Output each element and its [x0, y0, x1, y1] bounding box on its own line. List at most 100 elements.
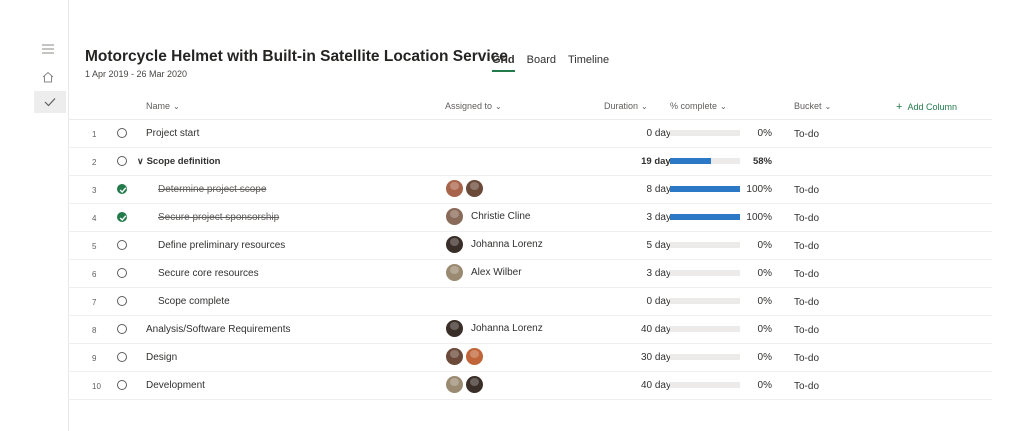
table-row[interactable]: 5 Define preliminary resources Johanna Lor…: [68, 232, 992, 260]
column-header-bucket[interactable]: Bucket ⌄: [794, 101, 831, 111]
duration-cell[interactable]: 19 days: [613, 156, 676, 167]
complete-task-circle-icon[interactable]: [117, 352, 127, 362]
percent-complete[interactable]: 0%: [744, 268, 772, 279]
bucket-cell[interactable]: To-do: [794, 269, 819, 280]
hamburger-menu-icon[interactable]: [34, 38, 62, 60]
checkmark-icon[interactable]: [34, 91, 66, 113]
assigned-to[interactable]: [445, 347, 485, 366]
avatar[interactable]: [465, 375, 484, 394]
task-name[interactable]: Design: [146, 352, 177, 363]
chevron-down-icon: ⌄: [824, 102, 832, 111]
assigned-to[interactable]: [445, 179, 485, 198]
left-rail: [0, 0, 69, 431]
duration-cell[interactable]: 5 days: [613, 240, 676, 251]
duration-cell[interactable]: 3 days: [613, 268, 676, 279]
complete-task-circle-icon[interactable]: [117, 268, 127, 278]
assigned-to[interactable]: Christie Cline: [445, 207, 530, 226]
table-row[interactable]: 3 Determine project scope 8 days 100% To-do: [68, 176, 992, 204]
task-name[interactable]: Analysis/Software Requirements: [146, 324, 291, 335]
completed-checkmark-icon[interactable]: [117, 212, 127, 222]
column-header-name[interactable]: Name ⌄: [146, 101, 180, 111]
chevron-down-icon[interactable]: ∨: [137, 156, 144, 166]
column-header-assigned[interactable]: Assigned to ⌄: [445, 101, 502, 111]
table-row[interactable]: 6 Secure core resources Alex Wilber 3 days 0…: [68, 260, 992, 288]
task-name[interactable]: Determine project scope: [158, 184, 266, 195]
task-name[interactable]: Scope complete: [158, 296, 230, 307]
table-row[interactable]: 9 Design 30 days 0% To-do: [68, 344, 992, 372]
complete-task-circle-icon[interactable]: [117, 324, 127, 334]
avatar[interactable]: [445, 207, 464, 226]
table-row[interactable]: 1 Project start 0 days 0% To-do: [68, 120, 992, 148]
percent-complete[interactable]: 58%: [744, 156, 772, 167]
avatar[interactable]: [445, 263, 464, 282]
home-icon[interactable]: [34, 66, 62, 88]
duration-cell[interactable]: 40 days: [613, 380, 676, 391]
tab-timeline[interactable]: Timeline: [568, 54, 609, 72]
avatar[interactable]: [445, 179, 464, 198]
task-name-label: Determine project scope: [158, 184, 267, 195]
task-name-label: Scope complete: [158, 296, 230, 307]
bucket-cell[interactable]: To-do: [794, 381, 819, 392]
task-rows: 1 Project start 0 days 0% To-do 2 ∨ Scope defin…: [68, 120, 992, 400]
table-row[interactable]: 8 Analysis/Software Requirements Johanna L…: [68, 316, 992, 344]
percent-complete[interactable]: 0%: [744, 296, 772, 307]
bucket-cell[interactable]: To-do: [794, 241, 819, 252]
task-name[interactable]: ∨ Scope definition: [137, 156, 220, 167]
assigned-to[interactable]: [445, 375, 485, 394]
complete-task-circle-icon[interactable]: [117, 156, 127, 166]
avatar[interactable]: [445, 319, 464, 338]
duration-cell[interactable]: 0 days: [613, 128, 676, 139]
avatar[interactable]: [445, 235, 464, 254]
complete-task-circle-icon[interactable]: [117, 128, 127, 138]
percent-complete[interactable]: 100%: [744, 184, 772, 195]
avatar[interactable]: [465, 179, 484, 198]
duration-cell[interactable]: 0 days: [613, 296, 676, 307]
task-name[interactable]: Secure core resources: [158, 268, 259, 279]
complete-task-circle-icon[interactable]: [117, 296, 127, 306]
task-name[interactable]: Project start: [146, 128, 199, 139]
table-row[interactable]: 2 ∨ Scope definition 19 days 58%: [68, 148, 992, 176]
row-number: 9: [92, 354, 97, 363]
percent-complete[interactable]: 0%: [744, 352, 772, 363]
tab-board[interactable]: Board: [527, 54, 556, 72]
avatar[interactable]: [465, 347, 484, 366]
percent-complete[interactable]: 0%: [744, 324, 772, 335]
progress-bar: [670, 326, 740, 332]
percent-complete[interactable]: 0%: [744, 240, 772, 251]
percent-complete[interactable]: 100%: [744, 212, 772, 223]
column-header-percent[interactable]: % complete ⌄: [670, 101, 727, 111]
avatar[interactable]: [445, 375, 464, 394]
bucket-cell[interactable]: To-do: [794, 185, 819, 196]
duration-cell[interactable]: 8 days: [613, 184, 676, 195]
add-column-label: Add Column: [907, 102, 957, 112]
avatar[interactable]: [445, 347, 464, 366]
duration-cell[interactable]: 3 days: [613, 212, 676, 223]
assigned-to[interactable]: Alex Wilber: [445, 263, 522, 282]
percent-complete[interactable]: 0%: [744, 128, 772, 139]
assignee-name: Johanna Lorenz: [471, 323, 543, 334]
percent-complete[interactable]: 0%: [744, 380, 772, 391]
bucket-cell[interactable]: To-do: [794, 129, 819, 140]
task-name[interactable]: Secure project sponsorship: [158, 212, 279, 223]
table-row[interactable]: 10 Development 40 days 0% To-do: [68, 372, 992, 400]
add-column-button[interactable]: + Add Column: [896, 101, 957, 113]
column-header-duration[interactable]: Duration ⌄: [604, 101, 648, 111]
bucket-cell[interactable]: To-do: [794, 213, 819, 224]
duration-cell[interactable]: 30 days: [613, 352, 676, 363]
table-row[interactable]: 7 Scope complete 0 days 0% To-do: [68, 288, 992, 316]
duration-cell[interactable]: 40 days: [613, 324, 676, 335]
task-name[interactable]: Development: [146, 380, 205, 391]
bucket-cell[interactable]: To-do: [794, 297, 819, 308]
complete-task-circle-icon[interactable]: [117, 240, 127, 250]
bucket-cell[interactable]: To-do: [794, 353, 819, 364]
bucket-cell[interactable]: To-do: [794, 325, 819, 336]
progress-bar: [670, 130, 740, 136]
tab-grid[interactable]: Grid: [492, 54, 515, 72]
completed-checkmark-icon[interactable]: [117, 184, 127, 194]
assigned-to[interactable]: Johanna Lorenz: [445, 235, 543, 254]
task-name[interactable]: Define preliminary resources: [158, 240, 285, 251]
assigned-to[interactable]: Johanna Lorenz: [445, 319, 543, 338]
table-row[interactable]: 4 Secure project sponsorship Christie Clin…: [68, 204, 992, 232]
task-name-label: Define preliminary resources: [158, 240, 286, 251]
complete-task-circle-icon[interactable]: [117, 380, 127, 390]
